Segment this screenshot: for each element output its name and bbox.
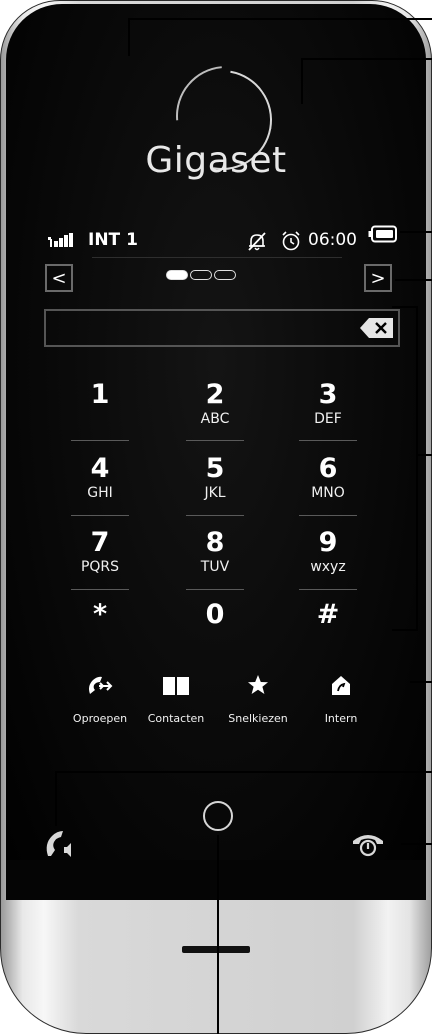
charging-slot [182, 946, 250, 953]
callout-line [55, 771, 57, 826]
key-0[interactable]: 0 [185, 600, 245, 670]
page-next-button[interactable]: > [364, 264, 392, 292]
callout-line [395, 279, 432, 281]
page-prev-button[interactable]: < [45, 264, 73, 292]
callout-line [301, 58, 303, 104]
internal-number-label: INT 1 [88, 230, 138, 250]
clock-time: 06:00 [308, 230, 357, 250]
callout-line [400, 231, 432, 233]
callout-line [401, 843, 432, 845]
house-icon [332, 676, 350, 695]
call-list-icon [89, 676, 113, 694]
callout-line [128, 18, 130, 56]
key-divider [299, 589, 357, 590]
key-6[interactable]: 6 MNO [298, 454, 358, 524]
callout-line [416, 306, 418, 631]
callout-line [55, 771, 432, 773]
key-5[interactable]: 5 JKL [185, 454, 245, 524]
home-button[interactable] [203, 801, 233, 831]
chevron-left-icon: < [51, 267, 67, 289]
key-divider [71, 589, 129, 590]
callout-line [416, 454, 432, 456]
page-dot-3 [214, 270, 236, 280]
key-divider [186, 440, 244, 441]
page-dot-1 [166, 270, 188, 280]
backspace-icon[interactable] [359, 317, 395, 339]
key-4[interactable]: 4 GHI [70, 454, 130, 524]
key-hash[interactable]: # [298, 600, 358, 670]
key-divider [186, 515, 244, 516]
action-snelkiezen[interactable]: Snelkiezen [210, 668, 306, 725]
brand-logo: Gigaset [145, 140, 287, 181]
silent-bell-icon [248, 232, 266, 251]
callout-line [217, 835, 219, 1034]
key-star[interactable]: * [70, 600, 130, 670]
callout-line [392, 629, 418, 631]
callout-line [410, 681, 432, 683]
key-divider [71, 440, 129, 441]
status-bar: INT 1 06:00 [48, 230, 388, 252]
status-divider [92, 257, 342, 258]
callout-line [128, 18, 432, 20]
phonebook-icon [163, 677, 189, 695]
key-divider [71, 515, 129, 516]
key-8[interactable]: 8 TUV [185, 528, 245, 598]
front-panel-lower [6, 860, 426, 900]
signal-icon [48, 233, 73, 247]
page-dot-2 [190, 270, 212, 280]
dial-input[interactable] [46, 311, 362, 343]
key-7[interactable]: 7 PQRS [70, 528, 130, 598]
callout-line [392, 306, 418, 308]
callout-line [301, 58, 432, 60]
phone-handset: Gigaset INT 1 06:00 < > 1 2 ABC 3 DEF 4 … [0, 0, 432, 1034]
key-divider [299, 440, 357, 441]
key-divider [186, 589, 244, 590]
battery-icon [368, 225, 397, 243]
call-handsfree-icon[interactable] [44, 828, 76, 858]
end-call-icon[interactable] [351, 831, 385, 857]
star-icon [248, 675, 268, 694]
dial-number-field[interactable] [44, 309, 400, 347]
action-intern[interactable]: Intern [293, 668, 389, 725]
alarm-clock-icon [282, 231, 300, 251]
key-9[interactable]: 9 wxyz [298, 528, 358, 598]
chevron-right-icon: > [370, 267, 386, 289]
key-divider [299, 515, 357, 516]
